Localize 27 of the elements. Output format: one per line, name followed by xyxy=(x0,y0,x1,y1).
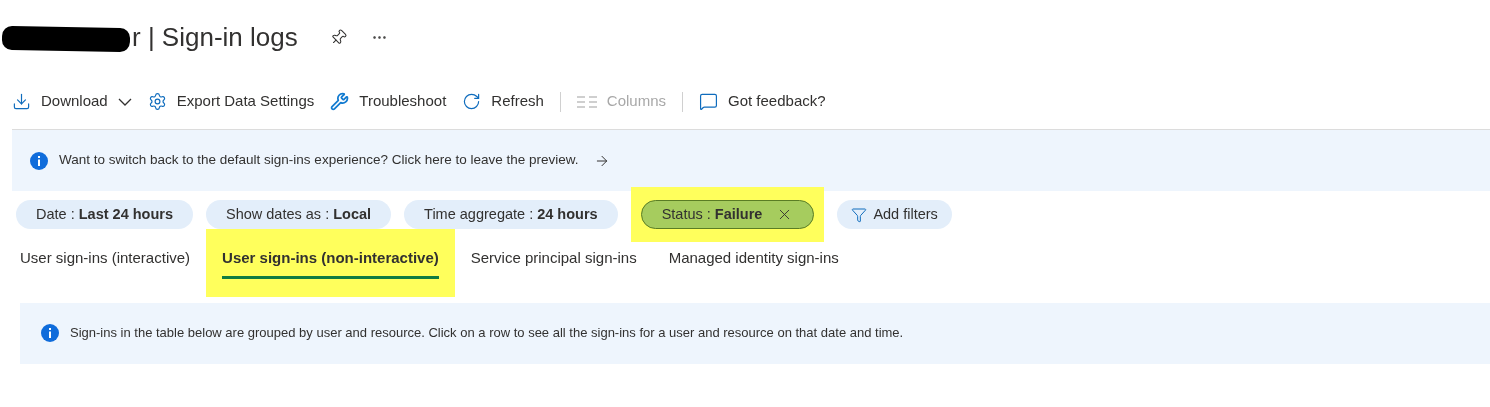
filter-chip[interactable]: Show dates as : Local xyxy=(206,200,392,229)
tab[interactable]: User sign-ins (interactive) xyxy=(4,229,207,297)
info-icon xyxy=(30,151,48,170)
toolbar-button[interactable]: Export Data Settings xyxy=(139,85,323,118)
filter-icon xyxy=(851,206,868,223)
tab[interactable]: Service principal sign-ins xyxy=(454,229,653,297)
toolbar-button[interactable]: Refresh xyxy=(454,85,552,118)
refresh-icon xyxy=(462,92,482,111)
toolbar-button[interactable]: Got feedback? xyxy=(691,85,834,118)
filter-chip[interactable]: Time aggregate : 24 hours xyxy=(404,200,618,229)
preview-banner[interactable]: Want to switch back to the default sign-ins experience? Click here to leave the preview. xyxy=(12,130,1490,191)
toolbar-button[interactable]: Download xyxy=(12,85,140,118)
wrench-icon xyxy=(330,92,350,111)
tab[interactable]: User sign-ins (non-interactive) xyxy=(206,229,455,297)
banner-text: Want to switch back to the default sign-ins experience? Click here to leave the preview. xyxy=(59,151,579,170)
filter-chip[interactable]: Date : Last 24 hours xyxy=(16,200,193,229)
info-icon xyxy=(41,324,59,342)
settings-icon xyxy=(147,92,167,111)
page-title: r | Sign-in logs xyxy=(132,20,298,54)
feedback-icon xyxy=(699,92,718,111)
download-icon xyxy=(12,92,31,111)
banner-text: Sign-ins in the table below are grouped by user and resource. Click on a row to see all the sign-ins for a user and resource on that date and time. xyxy=(70,324,904,343)
add-filters-button[interactable]: Add filters xyxy=(837,200,952,229)
columns-icon xyxy=(576,94,597,109)
filter-chip[interactable]: Status : Failure xyxy=(640,200,815,229)
toolbar-button[interactable]: Troubleshoot xyxy=(322,85,455,118)
tab[interactable]: Managed identity sign-ins xyxy=(652,229,855,297)
